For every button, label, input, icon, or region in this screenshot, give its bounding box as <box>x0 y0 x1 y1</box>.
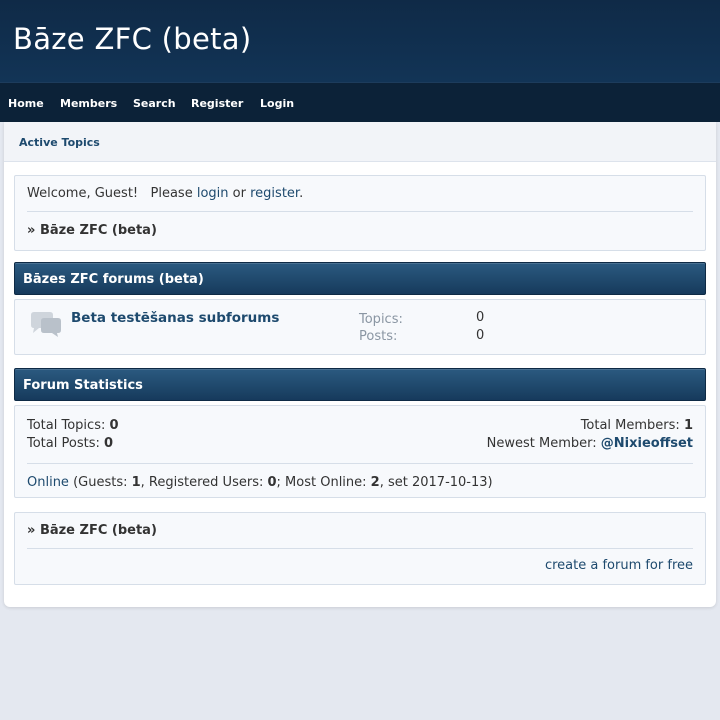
page-content: Active Topics Welcome, Guest! Please log… <box>4 122 716 607</box>
statistics-title: Forum Statistics <box>23 378 143 393</box>
newest-member: Newest Member: @Nixieoffset <box>487 436 693 451</box>
create-forum-link[interactable]: create a forum for free <box>545 558 693 573</box>
newest-member-label: Newest Member: <box>486 436 597 451</box>
divider <box>27 211 693 212</box>
nav-search[interactable]: Search <box>133 97 176 110</box>
breadcrumb-marker: » <box>27 523 36 538</box>
nav-members[interactable]: Members <box>60 97 117 110</box>
total-topics: Total Topics: 0 <box>27 418 119 433</box>
guests-value: 1 <box>131 475 141 490</box>
active-topics-link[interactable]: Active Topics <box>19 136 100 149</box>
registered-label: , Registered Users: <box>140 475 264 490</box>
statistics-header: Forum Statistics <box>14 368 706 401</box>
login-link[interactable]: login <box>197 186 229 201</box>
welcome-box: Welcome, Guest! Please login or register… <box>14 175 706 251</box>
guests-label: (Guests: <box>73 475 128 490</box>
total-members: Total Members: 1 <box>581 418 693 433</box>
total-topics-label: Total Topics: <box>27 418 106 433</box>
footer-breadcrumb-home-link[interactable]: Bāze ZFC (beta) <box>40 523 157 538</box>
total-members-label: Total Members: <box>580 418 680 433</box>
forum-row: Beta testēšanas subforums Topics: 0 Post… <box>14 299 706 355</box>
sub-navbar: Active Topics <box>4 122 716 162</box>
register-link[interactable]: register <box>250 186 299 201</box>
nav-home[interactable]: Home <box>8 97 44 110</box>
period-text: . <box>299 186 304 201</box>
footer-box: » Bāze ZFC (beta) create a forum for fre… <box>14 512 706 585</box>
total-posts-value: 0 <box>104 436 114 451</box>
online-stats: Online (Guests: 1, Registered Users: 0; … <box>27 475 493 490</box>
most-online-date: , set 2017-10-13) <box>379 475 493 490</box>
speech-bubbles-icon <box>29 312 63 342</box>
divider <box>27 463 693 464</box>
statistics-box: Total Topics: 0 Total Posts: 0 Total Mem… <box>14 405 706 498</box>
welcome-message: Welcome, Guest! Please login or register… <box>27 186 303 201</box>
total-members-value: 1 <box>683 418 693 433</box>
total-posts-label: Total Posts: <box>27 436 100 451</box>
total-posts: Total Posts: 0 <box>27 436 113 451</box>
nav-register[interactable]: Register <box>191 97 243 110</box>
topics-label: Topics: <box>359 312 403 327</box>
newest-member-link[interactable]: @Nixieoffset <box>601 436 693 451</box>
category-header: Bāzes ZFC forums (beta) <box>14 262 706 295</box>
registered-value: 0 <box>267 475 277 490</box>
posts-count: 0 <box>476 328 485 343</box>
online-link[interactable]: Online <box>27 475 69 490</box>
breadcrumb-marker: » <box>27 223 36 238</box>
site-header: Bāze ZFC (beta) <box>0 0 720 82</box>
footer-breadcrumb: » Bāze ZFC (beta) <box>27 523 157 538</box>
most-online-value: 2 <box>370 475 380 490</box>
category-title[interactable]: Bāzes ZFC forums (beta) <box>23 272 204 287</box>
posts-label: Posts: <box>359 329 398 344</box>
breadcrumb-home-link[interactable]: Bāze ZFC (beta) <box>40 223 157 238</box>
divider <box>27 548 693 549</box>
welcome-text: Welcome, Guest! Please <box>27 186 193 201</box>
breadcrumb: » Bāze ZFC (beta) <box>27 223 157 238</box>
total-topics-value: 0 <box>109 418 119 433</box>
topics-count: 0 <box>476 310 485 325</box>
main-navbar: Home Members Search Register Login <box>0 82 720 122</box>
or-text: or <box>232 186 246 201</box>
site-title[interactable]: Bāze ZFC (beta) <box>13 22 251 56</box>
most-online-label: ; Most Online: <box>276 475 367 490</box>
forum-link[interactable]: Beta testēšanas subforums <box>71 310 279 326</box>
nav-login[interactable]: Login <box>260 97 294 110</box>
